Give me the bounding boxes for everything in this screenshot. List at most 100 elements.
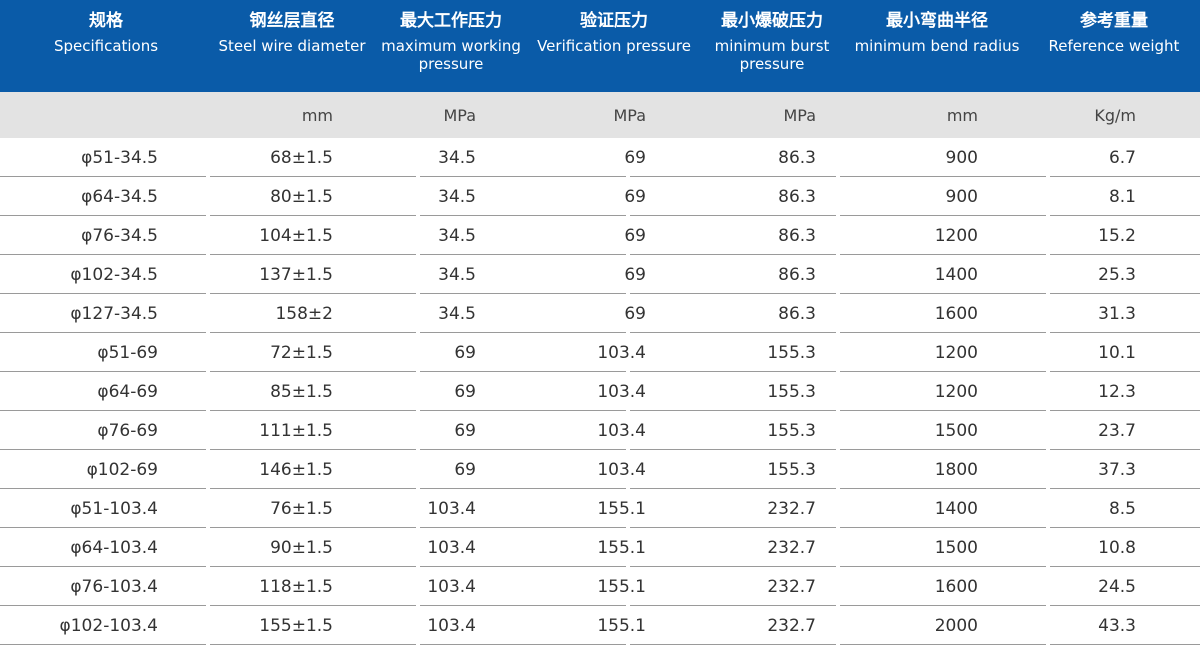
table-cell: 1600 (934, 576, 978, 597)
table-cell: 155.1 (597, 615, 646, 636)
table-row: φ64-69 85±1.5 69 103.4 155.3 1200 12.3 (0, 372, 1200, 411)
table-cell: 37.3 (1098, 459, 1136, 480)
header-en: Verification pressure (537, 37, 691, 55)
table-cell: φ51-34.5 (81, 147, 158, 168)
header-zh: 规格 (89, 11, 123, 31)
table-cell: 2000 (934, 615, 978, 636)
table-cell: 900 (945, 147, 978, 168)
table-cell: 155.3 (767, 420, 816, 441)
table-cell: 1200 (934, 225, 978, 246)
table-cell: φ76-69 (97, 420, 158, 441)
header-zh: 验证压力 (580, 11, 648, 31)
unit-cell: mm (946, 105, 978, 125)
table-cell: 155.3 (767, 381, 816, 402)
table-row: φ127-34.5 158±2 34.5 69 86.3 1600 31.3 (0, 294, 1200, 333)
unit-cell: MPa (443, 105, 476, 125)
unit-cell: mm (301, 105, 333, 125)
table-cell: φ127-34.5 (70, 303, 158, 324)
table-cell: 69 (454, 459, 476, 480)
header-zh: 最大工作压力 (400, 11, 502, 31)
table-cell: 155±1.5 (259, 615, 333, 636)
table-cell: 10.8 (1098, 537, 1136, 558)
table-row: φ64-34.5 80±1.5 34.5 69 86.3 900 8.1 (0, 177, 1200, 216)
table-cell: 34.5 (438, 225, 476, 246)
table-cell: 86.3 (778, 303, 816, 324)
table-cell: 43.3 (1098, 615, 1136, 636)
table-cell: 158±2 (275, 303, 333, 324)
table-cell: 232.7 (767, 537, 816, 558)
table-cell: 69 (454, 342, 476, 363)
header-en-line2: pressure (739, 55, 805, 73)
table-cell: 103.4 (597, 381, 646, 402)
table-cell: 103.4 (597, 420, 646, 441)
header-specifications: 规格 Specifications (0, 0, 212, 92)
table-cell: 86.3 (778, 264, 816, 285)
table-header: 规格 Specifications 钢丝层直径 Steel wire diame… (0, 0, 1200, 92)
table-row: φ51-34.5 68±1.5 34.5 69 86.3 900 6.7 (0, 138, 1200, 177)
table-cell: 103.4 (427, 615, 476, 636)
table-cell: 232.7 (767, 576, 816, 597)
table-row: φ76-69 111±1.5 69 103.4 155.3 1500 23.7 (0, 411, 1200, 450)
header-verification-pressure: 验证压力 Verification pressure (530, 0, 698, 92)
table-cell: 69 (454, 420, 476, 441)
table-cell: 8.5 (1108, 498, 1136, 519)
header-reference-weight: 参考重量 Reference weight (1028, 0, 1200, 92)
header-en-line2: pressure (418, 55, 484, 73)
table-cell: 69 (624, 264, 646, 285)
table-cell: φ64-34.5 (81, 186, 158, 207)
table-cell: 103.4 (427, 537, 476, 558)
table-cell: 31.3 (1098, 303, 1136, 324)
table-row: φ76-34.5 104±1.5 34.5 69 86.3 1200 15.2 (0, 216, 1200, 255)
table-cell: 104±1.5 (259, 225, 333, 246)
table-cell: 69 (624, 225, 646, 246)
header-min-bend-radius: 最小弯曲半径 minimum bend radius (846, 0, 1028, 92)
unit-cell: MPa (783, 105, 816, 125)
table-cell: 34.5 (438, 264, 476, 285)
table-cell: 111±1.5 (259, 420, 333, 441)
table-cell: 6.7 (1108, 147, 1136, 168)
table-cell: 1400 (934, 264, 978, 285)
header-zh: 最小爆破压力 (721, 11, 823, 31)
table-row: φ51-103.4 76±1.5 103.4 155.1 232.7 1400 8.5 (0, 489, 1200, 528)
table-cell: 146±1.5 (259, 459, 333, 480)
table-cell: φ64-103.4 (70, 537, 158, 558)
table-row: φ64-103.4 90±1.5 103.4 155.1 232.7 1500 10.8 (0, 528, 1200, 567)
table-cell: 155.3 (767, 459, 816, 480)
table-cell: φ76-34.5 (81, 225, 158, 246)
table-cell: 86.3 (778, 225, 816, 246)
table-cell: 103.4 (597, 459, 646, 480)
table-row: φ76-103.4 118±1.5 103.4 155.1 232.7 1600 24.5 (0, 567, 1200, 606)
table-cell: 69 (624, 186, 646, 207)
table-cell: 103.4 (427, 576, 476, 597)
header-en: Specifications (53, 37, 159, 55)
units-row: mm MPa MPa MPa mm Kg/m (0, 92, 1200, 138)
table-cell: 34.5 (438, 147, 476, 168)
table-row: φ102-69 146±1.5 69 103.4 155.3 1800 37.3 (0, 450, 1200, 489)
table-cell: 86.3 (778, 147, 816, 168)
table-cell: 8.1 (1108, 186, 1136, 207)
table-cell: 69 (454, 381, 476, 402)
table-row: φ102-34.5 137±1.5 34.5 69 86.3 1400 25.3 (0, 255, 1200, 294)
table-cell: φ64-69 (97, 381, 158, 402)
table-cell: 69 (624, 147, 646, 168)
table-cell: φ102-69 (86, 459, 158, 480)
table-cell: 34.5 (438, 186, 476, 207)
table-cell: φ102-103.4 (59, 615, 158, 636)
table-cell: 118±1.5 (259, 576, 333, 597)
table-cell: 155.3 (767, 342, 816, 363)
header-en: minimum burst (714, 37, 830, 55)
table-cell: 900 (945, 186, 978, 207)
header-min-burst-pressure: 最小爆破压力 minimum burst pressure (698, 0, 846, 92)
table-cell: 155.1 (597, 498, 646, 519)
table-cell: 1400 (934, 498, 978, 519)
table-cell: φ76-103.4 (70, 576, 158, 597)
table-cell: 103.4 (597, 342, 646, 363)
header-zh: 钢丝层直径 (249, 11, 335, 31)
table-row: φ102-103.4 155±1.5 103.4 155.1 232.7 2000 43.3 (0, 606, 1200, 645)
header-en: maximum working (381, 37, 521, 55)
spec-table: 规格 Specifications 钢丝层直径 Steel wire diame… (0, 0, 1200, 645)
table-cell: φ102-34.5 (70, 264, 158, 285)
table-cell: 137±1.5 (259, 264, 333, 285)
table-cell: 10.1 (1098, 342, 1136, 363)
table-cell: 86.3 (778, 186, 816, 207)
